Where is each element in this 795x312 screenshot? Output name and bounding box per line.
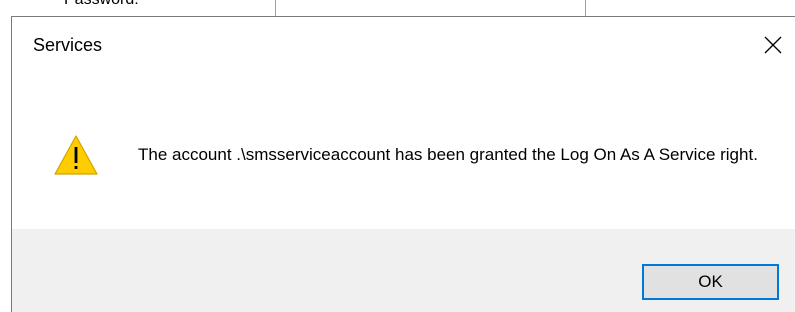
close-icon — [764, 36, 782, 54]
title-bar[interactable]: Services — [12, 17, 795, 73]
background-window: Password: — [0, 0, 795, 16]
screen: Password: Services The account .\smsserv… — [0, 0, 795, 312]
column-divider — [275, 0, 276, 16]
message-dialog: Services The account .\smsserviceaccount… — [11, 16, 795, 312]
password-label: Password: — [64, 0, 139, 9]
close-button[interactable] — [751, 23, 795, 67]
dialog-title: Services — [33, 35, 103, 55]
column-divider — [585, 0, 586, 16]
warning-icon — [54, 135, 98, 175]
ok-button[interactable]: OK — [642, 264, 779, 300]
dialog-content: The account .\smsserviceaccount has been… — [12, 73, 795, 229]
dialog-message: The account .\smsserviceaccount has been… — [138, 145, 758, 164]
dialog-footer: OK — [12, 229, 795, 312]
